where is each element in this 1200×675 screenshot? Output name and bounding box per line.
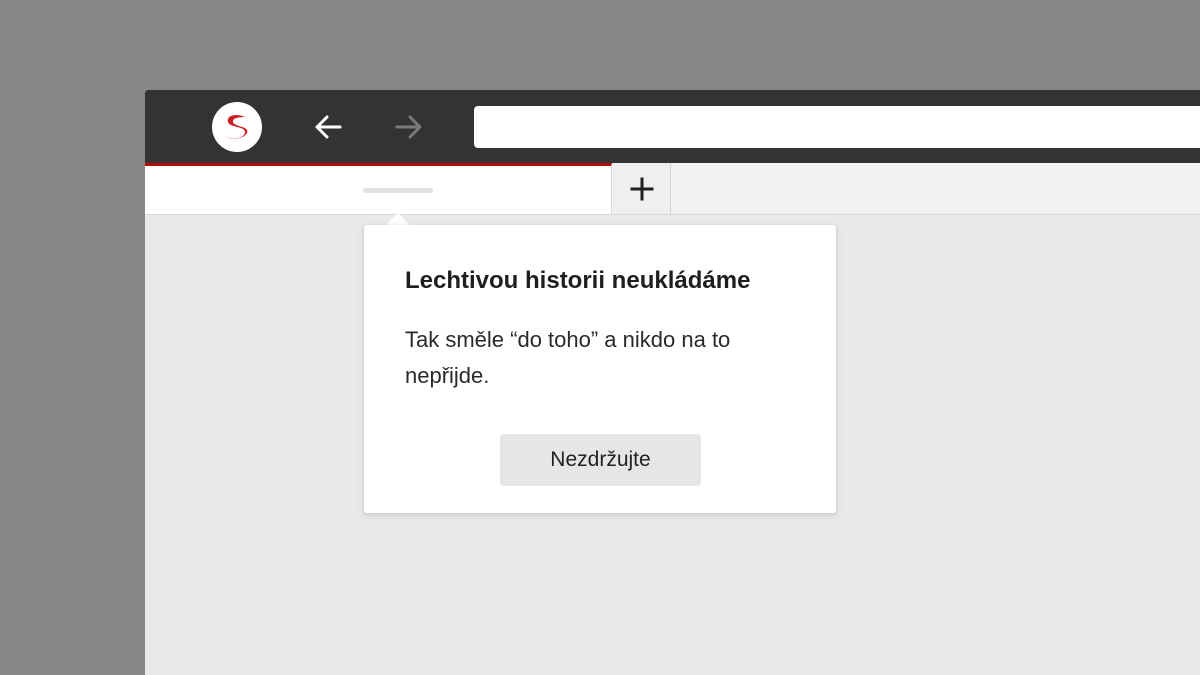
tab-title-placeholder	[363, 188, 433, 193]
back-button[interactable]	[310, 110, 346, 144]
forward-button[interactable]	[391, 110, 427, 144]
plus-icon	[630, 177, 654, 201]
popover-text: Tak směle “do toho” a nikdo na to nepřij…	[405, 327, 731, 388]
browser-toolbar	[145, 90, 1200, 163]
seznam-logo-icon[interactable]	[212, 102, 262, 152]
tab-active[interactable]	[145, 163, 612, 214]
popover-title: Lechtivou historii neukládáme	[405, 267, 751, 294]
incognito-info-popover: Lechtivou historii neukládáme Tak směle …	[364, 225, 836, 513]
address-bar[interactable]	[474, 106, 1200, 148]
new-tab-button[interactable]	[613, 163, 671, 214]
dismiss-button[interactable]: Nezdržujte	[500, 434, 701, 486]
popover-arrow	[386, 213, 410, 225]
tab-strip	[145, 163, 1200, 215]
arrow-right-icon	[395, 115, 422, 139]
tab-strip-empty-area	[672, 163, 1200, 214]
arrow-left-icon	[315, 115, 342, 139]
desktop-background: Lechtivou historii neukládáme Tak směle …	[0, 0, 1200, 675]
